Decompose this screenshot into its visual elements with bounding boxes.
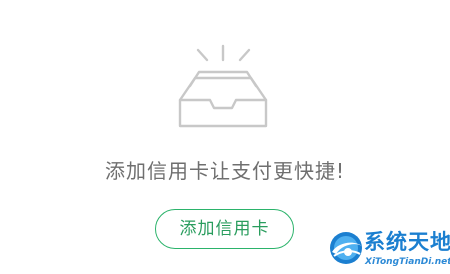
globe-logo-icon	[330, 232, 362, 264]
credit-card-empty-state: 添加信用卡让支付更快捷! 添加信用卡 系统天地 XiTongTianDi.net	[0, 0, 450, 274]
watermark-title: 系统天地	[364, 230, 450, 254]
empty-tray-icon	[178, 44, 268, 128]
empty-state-message: 添加信用卡让支付更快捷!	[104, 159, 346, 183]
watermark: 系统天地 XiTongTianDi.net	[326, 226, 450, 272]
watermark-url: XiTongTianDi.net	[365, 257, 450, 267]
add-credit-card-button[interactable]: 添加信用卡	[155, 209, 294, 249]
